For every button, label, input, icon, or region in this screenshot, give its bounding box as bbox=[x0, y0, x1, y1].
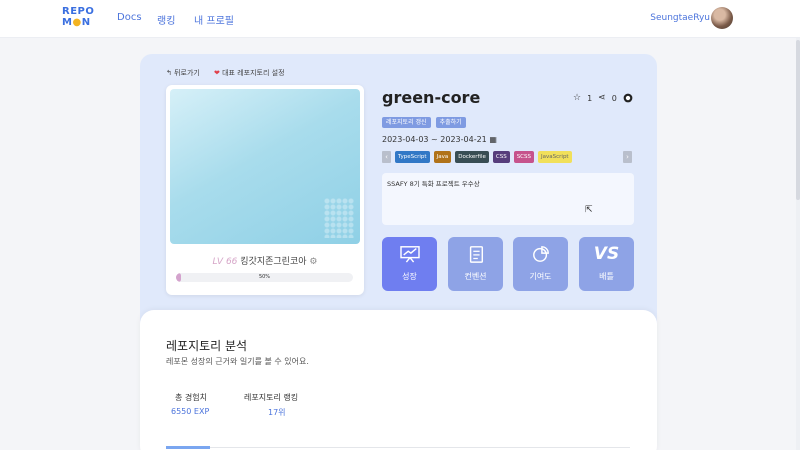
growth-button[interactable]: 성장 bbox=[382, 237, 437, 291]
language-badge: Dockerfile bbox=[455, 151, 489, 163]
nav-link-docs[interactable]: Docs bbox=[117, 12, 142, 23]
back-arrow-icon: ↰ bbox=[166, 69, 172, 77]
refresh-repo-button[interactable]: 레포지토리 갱신 bbox=[382, 117, 431, 128]
language-badge: TypeScript bbox=[395, 151, 430, 163]
nav-link-my-profile[interactable]: 내 프로필 bbox=[194, 12, 234, 27]
username-link[interactable]: SeungtaeRyu bbox=[650, 13, 710, 23]
analysis-title: 레포지토리 분석 bbox=[166, 339, 248, 353]
date-range-text: 2023-04-03 ~ 2023-04-21 bbox=[382, 135, 487, 144]
extract-button[interactable]: 추출하기 bbox=[435, 117, 466, 128]
contribution-button-label: 기여도 bbox=[529, 272, 552, 281]
repo-ranking-value: 17위 bbox=[268, 408, 286, 417]
repo-analysis-section bbox=[140, 310, 657, 450]
share-icon[interactable]: ⋖ bbox=[598, 93, 606, 103]
repo-action-tags: 레포지토리 갱신 추출하기 bbox=[382, 117, 466, 128]
language-list: ‹ TypeScript Java Dockerfile CSS SCSS JavaScr… bbox=[382, 151, 634, 164]
total-exp-value: 6550 EXP bbox=[171, 407, 210, 416]
language-badge: Java bbox=[433, 151, 452, 163]
github-icon[interactable] bbox=[623, 93, 633, 103]
back-label: 뒤로가기 bbox=[174, 69, 200, 77]
repomon-level-name: LV 66 킹갓지존그린코아 ⚙ bbox=[170, 254, 360, 267]
total-exp-label: 총 경험치 bbox=[175, 393, 207, 402]
back-button[interactable]: ↰ 뒤로가기 bbox=[166, 68, 200, 78]
nav-link-ranking[interactable]: 랭킹 bbox=[157, 12, 175, 27]
logo-text-bottom: M●N bbox=[62, 17, 91, 28]
convention-button-label: 컨벤션 bbox=[464, 272, 487, 281]
gear-icon[interactable]: ⚙ bbox=[309, 257, 317, 267]
star-icon[interactable]: ☆ bbox=[573, 93, 581, 103]
chevron-left-icon[interactable]: ‹ bbox=[382, 151, 391, 163]
level-value: 66 bbox=[225, 257, 238, 267]
pie-chart-icon bbox=[532, 246, 549, 262]
repo-description: SSAFY 8기 특화 프로젝트 우수상 bbox=[382, 173, 634, 225]
tab-divider bbox=[166, 447, 630, 448]
heart-icon: ❤ bbox=[214, 69, 220, 77]
repo-title: green-core bbox=[382, 88, 481, 107]
avatar[interactable] bbox=[711, 7, 733, 29]
chevron-right-icon[interactable]: › bbox=[623, 151, 632, 163]
convention-button[interactable]: 컨벤션 bbox=[448, 237, 503, 291]
date-range: 2023-04-03 ~ 2023-04-21 ▦ bbox=[382, 135, 497, 144]
language-badge: SCSS bbox=[513, 151, 535, 163]
scrollbar-thumb[interactable] bbox=[796, 40, 800, 200]
growth-button-label: 성장 bbox=[402, 272, 417, 281]
language-badge: JavaScript bbox=[538, 151, 572, 163]
language-badge: CSS bbox=[492, 151, 510, 163]
battle-button[interactable]: VS 배틀 bbox=[579, 237, 634, 291]
set-representative-label: 대표 레포지토리 설정 bbox=[222, 69, 285, 77]
repo-ranking-label: 레포지토리 랭킹 bbox=[244, 393, 299, 402]
description-text: SSAFY 8기 특화 프로젝트 우수상 bbox=[387, 180, 480, 188]
contribution-button[interactable]: 기여도 bbox=[513, 237, 568, 291]
repomon-image bbox=[170, 89, 360, 244]
analysis-subtitle: 레포몬 성장의 근거와 일기를 볼 수 있어요. bbox=[166, 357, 309, 366]
growth-chart-icon bbox=[399, 246, 420, 263]
exp-progress-text: 50% bbox=[258, 274, 271, 280]
calendar-icon[interactable]: ▦ bbox=[489, 135, 497, 144]
active-tab-indicator[interactable] bbox=[166, 446, 210, 449]
battle-button-label: 배틀 bbox=[599, 272, 614, 281]
language-badges: TypeScript Java Dockerfile CSS SCSS JavaScrip… bbox=[395, 151, 572, 163]
logo-text-top: REPO bbox=[62, 6, 95, 17]
level-prefix: LV bbox=[212, 257, 224, 267]
top-nav: REPO M●N Docs 랭킹 내 프로필 SeungtaeRyu bbox=[0, 0, 800, 38]
repomon-logo[interactable]: REPO M●N bbox=[62, 6, 98, 32]
set-representative-button[interactable]: ❤ 대표 레포지토리 설정 bbox=[214, 68, 285, 78]
clipboard-icon bbox=[469, 246, 483, 263]
vs-icon: VS bbox=[593, 244, 620, 264]
repomon-name: 킹갓지존그린코아 bbox=[240, 257, 307, 267]
star-count: 1 bbox=[587, 93, 593, 103]
repo-stats: ☆ 1 ⋖ 0 bbox=[573, 93, 633, 103]
mouse-cursor-icon: ⇱ bbox=[585, 205, 593, 215]
fork-count: 0 bbox=[611, 93, 617, 103]
